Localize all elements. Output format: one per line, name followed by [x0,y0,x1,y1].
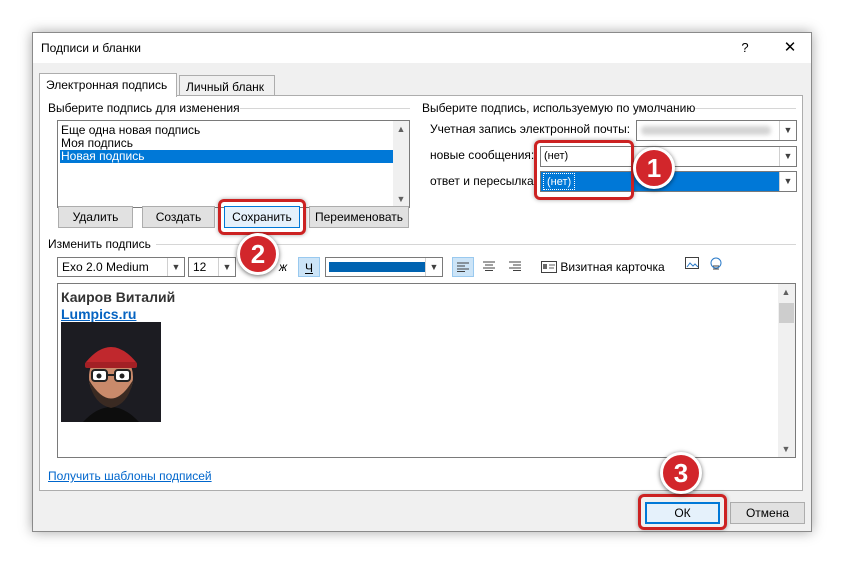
close-button[interactable]: ✕ [777,37,803,59]
font-color-swatch [329,262,425,272]
step-marker-3: 3 [660,452,702,494]
highlight-save-button [218,199,306,235]
create-button[interactable]: Создать [142,206,215,228]
business-card-button[interactable]: Визитная карточка [541,257,671,277]
scroll-thumb[interactable] [779,303,794,323]
avatar [61,322,161,422]
editor-scrollbar[interactable]: ▲ ▼ [778,284,795,457]
business-card-label: Визитная карточка [560,260,665,274]
replies-label: ответ и пересылка: [430,174,537,188]
scroll-down-icon[interactable]: ▼ [393,191,409,207]
scroll-down-icon[interactable]: ▼ [778,441,794,457]
avatar-image [61,322,161,422]
underline-button[interactable]: Ч [298,257,320,277]
font-size-select[interactable]: 12 ▼ [188,257,236,277]
chevron-down-icon[interactable]: ▼ [779,172,796,191]
step-marker-1: 1 [633,147,675,189]
align-right-icon[interactable] [504,257,526,277]
group-divider [690,108,796,109]
underline-icon: Ч [305,261,313,275]
font-select[interactable]: Exo 2.0 Medium ▼ [57,257,185,277]
highlight-default-combos [534,140,634,200]
signature-editor[interactable]: Каиров Виталий Lumpics.ru ▲ ▼ [57,283,796,458]
get-templates-link[interactable]: Получить шаблоны подписей [48,469,212,483]
insert-link-icon[interactable] [705,257,727,277]
step-marker-2: 2 [237,233,279,275]
email-account-select[interactable]: ▼ [636,120,797,141]
dialog-title: Подписи и бланки [41,41,141,55]
chevron-down-icon[interactable]: ▼ [779,121,796,140]
scroll-up-icon[interactable]: ▲ [393,121,409,137]
chevron-down-icon[interactable]: ▼ [167,258,184,276]
chevron-down-icon[interactable]: ▼ [779,147,796,166]
email-account-label: Учетная запись электронной почты: [430,122,631,136]
font-value: Exo 2.0 Medium [62,260,149,274]
email-account-value [641,126,771,135]
align-left-icon[interactable] [452,257,474,277]
list-scrollbar[interactable]: ▲ ▼ [393,121,409,207]
font-color-select[interactable]: ▼ [325,257,443,277]
tab-email-signature[interactable]: Электронная подпись [39,73,177,97]
align-center-icon[interactable] [478,257,500,277]
title-bar: Подписи и бланки ? ✕ [33,33,811,63]
help-button[interactable]: ? [733,37,757,59]
signature-name: Каиров Виталий [61,289,176,305]
tab-personal-stationery[interactable]: Личный бланк [179,75,275,97]
signature-list[interactable]: Еще одна новая подпись Моя подпись Новая… [57,120,410,208]
new-messages-label: новые сообщения: [430,148,535,162]
scroll-up-icon[interactable]: ▲ [778,284,794,300]
chevron-down-icon[interactable]: ▼ [425,258,442,276]
select-signature-label: Выберите подпись для изменения [48,101,240,115]
font-size-value: 12 [193,260,207,274]
cancel-button[interactable]: Отмена [730,502,805,524]
chevron-down-icon[interactable]: ▼ [218,258,235,276]
default-signature-label: Выберите подпись, используемую по умолча… [422,101,696,115]
rename-button[interactable]: Переименовать [309,206,409,228]
insert-picture-icon[interactable] [682,257,704,277]
signature-link[interactable]: Lumpics.ru [61,306,136,322]
highlight-ok-button [638,494,727,530]
edit-signature-label: Изменить подпись [48,237,151,251]
business-card-icon [541,261,557,273]
list-item-selected[interactable]: Новая подпись [60,150,393,163]
delete-button[interactable]: Удалить [58,206,133,228]
